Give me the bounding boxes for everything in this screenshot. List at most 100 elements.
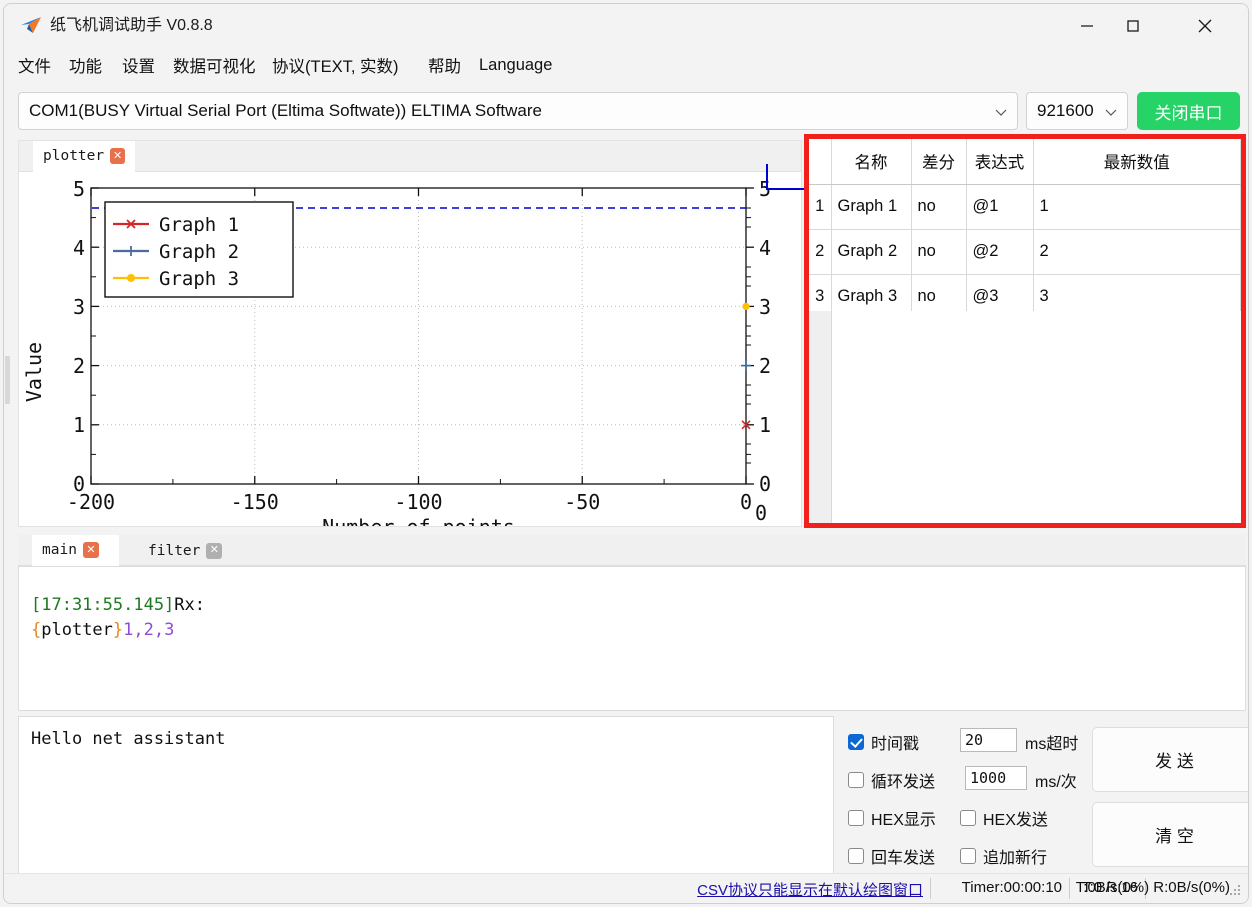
title-bar: 纸飞机调试助手 V0.8.8 bbox=[4, 4, 1248, 48]
svg-text:Graph 1: Graph 1 bbox=[159, 214, 239, 236]
clear-button[interactable]: 清 空 bbox=[1092, 802, 1248, 867]
graph-config-table-highlight: 名称 差分 表达式 最新数值 1 Graph 1 no @1 1 2 Graph… bbox=[804, 134, 1246, 528]
checkbox-hex-display[interactable] bbox=[848, 810, 864, 826]
menu-bar: 文件 功能 设置 数据可视化 协议(TEXT, 实数) 帮助 Language bbox=[4, 48, 1248, 82]
svg-text:2: 2 bbox=[73, 354, 85, 378]
checkbox-timestamp[interactable] bbox=[848, 734, 864, 750]
plot-canvas[interactable]: 5 4 3 2 1 0 5 4 3 2 1 0 -200 -150 -100 -… bbox=[19, 172, 801, 526]
send-input[interactable]: Hello net assistant bbox=[18, 716, 834, 874]
status-rates: T:0B/s(0%) R:0B/s(0%) bbox=[1075, 879, 1230, 896]
console-tabstrip: main ✕ filter ✕ bbox=[18, 535, 1246, 566]
tab-filter[interactable]: filter ✕ bbox=[138, 535, 238, 566]
maximize-button[interactable] bbox=[1110, 4, 1156, 48]
baud-rate-select[interactable]: 921600 bbox=[1026, 92, 1128, 130]
cell-expr[interactable]: @2 bbox=[966, 229, 1034, 275]
svg-text:4: 4 bbox=[759, 236, 771, 260]
cell-name[interactable]: Graph 1 bbox=[831, 184, 912, 230]
svg-text:0: 0 bbox=[755, 501, 767, 525]
status-csv-link[interactable]: CSV协议只能显示在默认绘图窗口 bbox=[697, 879, 923, 900]
close-icon[interactable]: ✕ bbox=[110, 148, 125, 164]
option-append-newline[interactable]: 追加新行 bbox=[960, 842, 1047, 870]
svg-text:3: 3 bbox=[759, 295, 771, 319]
plot-panel: plotter ✕ 5 4 3 2 1 0 5 4 3 2 1 0 -200 -… bbox=[18, 140, 802, 527]
svg-text:1: 1 bbox=[759, 413, 771, 437]
option-hex-send[interactable]: HEX发送 bbox=[960, 804, 1048, 832]
close-serial-port-button[interactable]: 关闭串口 bbox=[1137, 92, 1240, 130]
status-bar: CSV协议只能显示在默认绘图窗口 Timer:00:00:10 T:0 R:16… bbox=[4, 873, 1248, 903]
svg-text:5: 5 bbox=[73, 177, 85, 201]
checkbox-loop-send[interactable] bbox=[848, 772, 864, 788]
option-timestamp[interactable]: 时间戳 bbox=[848, 728, 919, 756]
log-payload: 1,2,3 bbox=[123, 620, 175, 640]
close-icon[interactable]: ✕ bbox=[82, 542, 99, 558]
svg-text:Value: Value bbox=[22, 342, 46, 402]
status-timer: Timer:00:00:10 bbox=[961, 879, 1062, 896]
column-header-diff[interactable]: 差分 bbox=[911, 139, 967, 185]
cell-latest[interactable]: 2 bbox=[1033, 229, 1241, 275]
table-header-row: 名称 差分 表达式 最新数值 bbox=[809, 139, 1241, 185]
minimize-button[interactable] bbox=[1064, 4, 1110, 48]
checkbox-cr-send[interactable] bbox=[848, 848, 864, 864]
column-header-expr[interactable]: 表达式 bbox=[966, 139, 1034, 185]
svg-text:0: 0 bbox=[740, 490, 752, 514]
cell-name[interactable]: Graph 2 bbox=[831, 229, 912, 275]
tab-plotter[interactable]: plotter ✕ bbox=[33, 141, 135, 172]
tab-main-label: main bbox=[42, 542, 77, 558]
svg-text:Graph 2: Graph 2 bbox=[159, 241, 239, 263]
console-panel: main ✕ filter ✕ [17:31:55.145]Rx: {plott… bbox=[18, 535, 1246, 711]
close-icon[interactable]: ✕ bbox=[206, 542, 223, 559]
option-cr-send-label: 回车发送 bbox=[871, 850, 936, 867]
menu-item-visualization[interactable]: 数据可视化 bbox=[167, 50, 262, 80]
left-splitter-handle[interactable] bbox=[4, 356, 12, 404]
checkbox-hex-send[interactable] bbox=[960, 810, 976, 826]
cell-diff[interactable]: no bbox=[911, 184, 967, 230]
interval-input[interactable]: 1000 bbox=[965, 766, 1027, 790]
console-line: {plotter}1,2,3 bbox=[31, 618, 1245, 643]
checkbox-append-newline[interactable] bbox=[960, 848, 976, 864]
menu-item-protocol[interactable]: 协议(TEXT, 实数) bbox=[266, 50, 405, 80]
console-output[interactable]: [17:31:55.145]Rx: {plotter}1,2,3 bbox=[18, 566, 1246, 711]
menu-item-settings[interactable]: 设置 bbox=[116, 50, 161, 80]
cell-expr[interactable]: @1 bbox=[966, 184, 1034, 230]
option-hex-display[interactable]: HEX显示 bbox=[848, 804, 936, 832]
table-row[interactable]: 1 Graph 1 no @1 1 bbox=[809, 184, 1241, 230]
application-window: 纸飞机调试助手 V0.8.8 文件 功能 设置 数据可视化 协议(TEXT, 实… bbox=[0, 0, 1252, 907]
option-loop-send[interactable]: 循环发送 bbox=[848, 766, 935, 794]
menu-item-language[interactable]: Language bbox=[473, 50, 558, 80]
chevron-down-icon bbox=[993, 104, 1009, 120]
table-empty-area[interactable] bbox=[809, 311, 1241, 523]
interval-unit-label: ms/次 bbox=[1035, 774, 1077, 791]
resize-grip-icon[interactable] bbox=[1230, 885, 1242, 897]
baud-rate-value: 921600 bbox=[1037, 101, 1094, 120]
menu-item-file[interactable]: 文件 bbox=[12, 50, 57, 80]
timeout-unit-label: ms超时 bbox=[1025, 736, 1079, 753]
table-row[interactable]: 2 Graph 2 no @2 2 bbox=[809, 229, 1241, 275]
log-brace-close: } bbox=[112, 620, 124, 640]
tab-main[interactable]: main ✕ bbox=[32, 535, 119, 566]
close-button[interactable] bbox=[1182, 4, 1228, 48]
cell-latest[interactable]: 1 bbox=[1033, 184, 1241, 230]
column-header-name[interactable]: 名称 bbox=[831, 139, 912, 185]
svg-text:2: 2 bbox=[759, 354, 771, 378]
svg-text:0: 0 bbox=[759, 472, 771, 496]
option-hex-display-label: HEX显示 bbox=[871, 812, 936, 829]
column-header-latest[interactable]: 最新数值 bbox=[1033, 139, 1241, 185]
log-brace-open: { bbox=[31, 620, 42, 640]
option-cr-send[interactable]: 回车发送 bbox=[848, 842, 935, 870]
option-loop-send-label: 循环发送 bbox=[871, 774, 936, 791]
menu-item-function[interactable]: 功能 bbox=[63, 50, 108, 80]
plot-tabstrip: plotter ✕ bbox=[19, 141, 801, 172]
cell-diff[interactable]: no bbox=[911, 229, 967, 275]
serial-port-select[interactable]: COM1(BUSY Virtual Serial Port (Eltima So… bbox=[18, 92, 1018, 130]
menu-item-help[interactable]: 帮助 bbox=[422, 50, 467, 80]
option-append-newline-label: 追加新行 bbox=[983, 850, 1048, 867]
svg-text:-100: -100 bbox=[394, 490, 442, 514]
svg-text:Number of points: Number of points bbox=[322, 515, 515, 526]
send-button[interactable]: 发 送 bbox=[1092, 727, 1248, 792]
connection-bar: COM1(BUSY Virtual Serial Port (Eltima So… bbox=[4, 88, 1248, 132]
tab-plotter-label: plotter bbox=[43, 148, 105, 164]
timeout-input[interactable]: 20 bbox=[960, 728, 1017, 752]
graph-config-table[interactable]: 名称 差分 表达式 最新数值 1 Graph 1 no @1 1 2 Graph… bbox=[809, 139, 1241, 523]
tab-filter-label: filter bbox=[148, 542, 201, 559]
paper-plane-icon bbox=[20, 16, 42, 36]
